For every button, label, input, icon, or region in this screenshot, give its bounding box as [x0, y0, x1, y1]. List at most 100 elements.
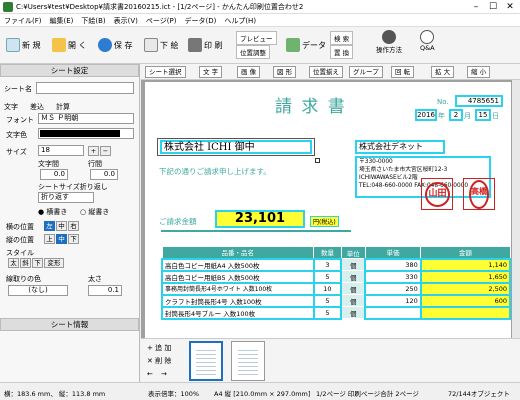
zoom-out-button[interactable]: 縮 小 — [467, 66, 491, 78]
item-qty[interactable]: 3 — [312, 257, 343, 272]
table-row[interactable]: 封筒長形4号ブルー 入数100枚 5 個 — [161, 305, 512, 320]
item-amount[interactable]: 1,140 — [419, 257, 512, 272]
item-price[interactable]: 120 — [364, 293, 422, 308]
align-right-button[interactable]: 右 — [68, 221, 79, 231]
howto-button[interactable]: 操作方法 — [376, 30, 402, 60]
thickness-input[interactable]: 0.1 — [88, 285, 122, 296]
item-qty[interactable]: 5 — [312, 293, 343, 308]
canvas-area[interactable]: 請 求 書 No. 4785651 2016 年 2 月 15 日 株式会社 I… — [141, 80, 520, 338]
transform-button[interactable]: 変形 — [44, 258, 64, 268]
date-month[interactable]: 2 — [449, 109, 463, 121]
vertical-writing-radio[interactable]: ○ 縦書き — [80, 207, 109, 217]
item-qty[interactable]: 10 — [312, 281, 343, 296]
data-button[interactable]: データ — [286, 31, 326, 59]
company-name[interactable]: 株式会社デネット — [355, 140, 445, 154]
item-name[interactable]: 高白色コピー用紙A4 入数500枚 — [161, 257, 315, 272]
italic-button[interactable]: 斜 — [20, 258, 31, 268]
item-name[interactable]: 事務用封筒長形4号ホワイト 入数100枚 — [161, 281, 315, 296]
preview-button[interactable]: プレビュー — [236, 31, 277, 45]
date-day[interactable]: 15 — [475, 109, 491, 121]
search-button[interactable]: 検 索 — [330, 31, 354, 45]
item-price[interactable]: 380 — [364, 257, 422, 272]
invoice-page[interactable]: 請 求 書 No. 4785651 2016 年 2 月 15 日 株式会社 I… — [145, 82, 512, 338]
border-color-select[interactable]: (なし) — [8, 285, 68, 296]
item-qty[interactable]: 5 — [312, 305, 343, 320]
item-amount[interactable]: 1,650 — [419, 269, 512, 284]
valign-middle-button[interactable]: 中 — [56, 234, 67, 244]
table-row[interactable]: 高白色コピー用紙A4 入数500枚 3 個 380 1,140 — [161, 257, 512, 272]
item-amount[interactable]: 2,500 — [419, 281, 512, 296]
align-left-button[interactable]: 左 — [44, 221, 55, 231]
menu-help[interactable]: ヘルプ(H) — [220, 14, 260, 28]
new-button[interactable]: 新 規 — [6, 31, 41, 59]
resize-handle[interactable] — [315, 158, 320, 163]
item-price[interactable] — [364, 305, 422, 320]
stamp-box-1[interactable]: 山田 — [421, 178, 453, 210]
wrap-select[interactable]: 折り返す — [38, 192, 94, 203]
page-next-button[interactable]: → — [161, 370, 167, 378]
text-tool-button[interactable]: 文 字 — [199, 66, 223, 78]
menu-underlay[interactable]: 下絵(B) — [77, 14, 109, 28]
size-select[interactable]: 18 — [38, 145, 84, 156]
menu-page[interactable]: ページ(P) — [142, 14, 181, 28]
stamp-box-2[interactable]: 高橋 — [463, 178, 495, 210]
item-amount[interactable]: 600 — [419, 293, 512, 308]
valign-top-button[interactable]: 上 — [44, 234, 55, 244]
add-page-button[interactable]: + 追 加 — [147, 343, 171, 353]
tab-text[interactable]: 文字 — [4, 102, 18, 112]
underline-button[interactable]: 下 — [32, 258, 43, 268]
sheet-select-button[interactable]: シート選択 — [145, 66, 186, 78]
item-price[interactable]: 330 — [364, 269, 422, 284]
font-select[interactable]: ＭＳ Ｐ明朝 — [38, 113, 134, 124]
table-row[interactable]: 事務用封筒長形4号ホワイト 入数100枚 10 個 250 2,500 — [161, 281, 512, 296]
line-spacing-input[interactable]: 0.0 — [90, 169, 118, 180]
menu-view[interactable]: 表示(V) — [110, 14, 142, 28]
item-name[interactable]: 高白色コピー用紙B5 入数500枚 — [161, 269, 315, 284]
group-button[interactable]: グループ — [349, 66, 383, 78]
table-row[interactable]: 高白色コピー用紙B5 入数500枚 5 個 330 1,650 — [161, 269, 512, 284]
zoom-in-button[interactable]: 拡 大 — [431, 66, 455, 78]
sheet-name-input[interactable] — [36, 82, 134, 94]
qa-button[interactable]: Q&A — [420, 30, 435, 60]
bold-button[interactable]: 太 — [8, 258, 19, 268]
page-thumbnail-2[interactable] — [231, 341, 265, 381]
rotate-button[interactable]: 回 転 — [391, 66, 415, 78]
menu-edit[interactable]: 編集(E) — [46, 14, 78, 28]
invoice-number[interactable]: 4785651 — [455, 95, 503, 107]
page-thumbnail-1[interactable] — [189, 341, 223, 381]
item-amount[interactable] — [419, 305, 512, 320]
align-tool-button[interactable]: 位置揃え — [309, 66, 343, 78]
horizontal-writing-radio[interactable]: ● 横書き — [38, 207, 67, 217]
char-spacing-input[interactable]: 0.0 — [40, 169, 68, 180]
image-tool-button[interactable]: 画 像 — [237, 66, 261, 78]
shape-tool-button[interactable]: 図 形 — [273, 66, 297, 78]
maximize-button[interactable]: ☐ — [485, 1, 501, 13]
close-button[interactable]: ✕ — [502, 1, 518, 13]
print-button[interactable]: 印 刷 — [188, 31, 223, 59]
item-price[interactable]: 250 — [364, 281, 422, 296]
underlay-button[interactable]: 下 絵 — [144, 31, 179, 59]
delete-page-button[interactable]: ✕ 削 除 — [147, 356, 171, 366]
menu-file[interactable]: ファイル(F) — [0, 14, 46, 28]
size-decrease-button[interactable]: − — [100, 146, 111, 156]
amount-value[interactable]: 23,101 — [215, 210, 305, 228]
valign-bottom-button[interactable]: 下 — [68, 234, 79, 244]
save-button[interactable]: 保 存 — [98, 31, 133, 59]
tab-merge[interactable]: 差込 — [30, 102, 44, 112]
customer-selection[interactable]: 株式会社 ICHI 御中 — [157, 138, 315, 156]
table-row[interactable]: クラフト封筒長形4号 入数100枚 5 個 120 600 — [161, 293, 512, 308]
text-color-select[interactable] — [38, 128, 134, 139]
minimize-button[interactable]: – — [468, 1, 484, 13]
date-year[interactable]: 2016 — [415, 109, 437, 121]
tab-calc[interactable]: 計算 — [56, 102, 70, 112]
open-button[interactable]: 開 く — [52, 31, 87, 59]
item-qty[interactable]: 5 — [312, 269, 343, 284]
customer-name[interactable]: 株式会社 ICHI 御中 — [160, 140, 312, 154]
menu-data[interactable]: データ(D) — [180, 14, 220, 28]
item-name[interactable]: 封筒長形4号ブルー 入数100枚 — [161, 305, 315, 320]
page-prev-button[interactable]: ← — [147, 370, 153, 378]
position-adjust-button[interactable]: 位置調整 — [236, 45, 270, 59]
replace-button[interactable]: 置 換 — [330, 45, 354, 59]
item-name[interactable]: クラフト封筒長形4号 入数100枚 — [161, 293, 315, 308]
size-increase-button[interactable]: + — [88, 146, 99, 156]
